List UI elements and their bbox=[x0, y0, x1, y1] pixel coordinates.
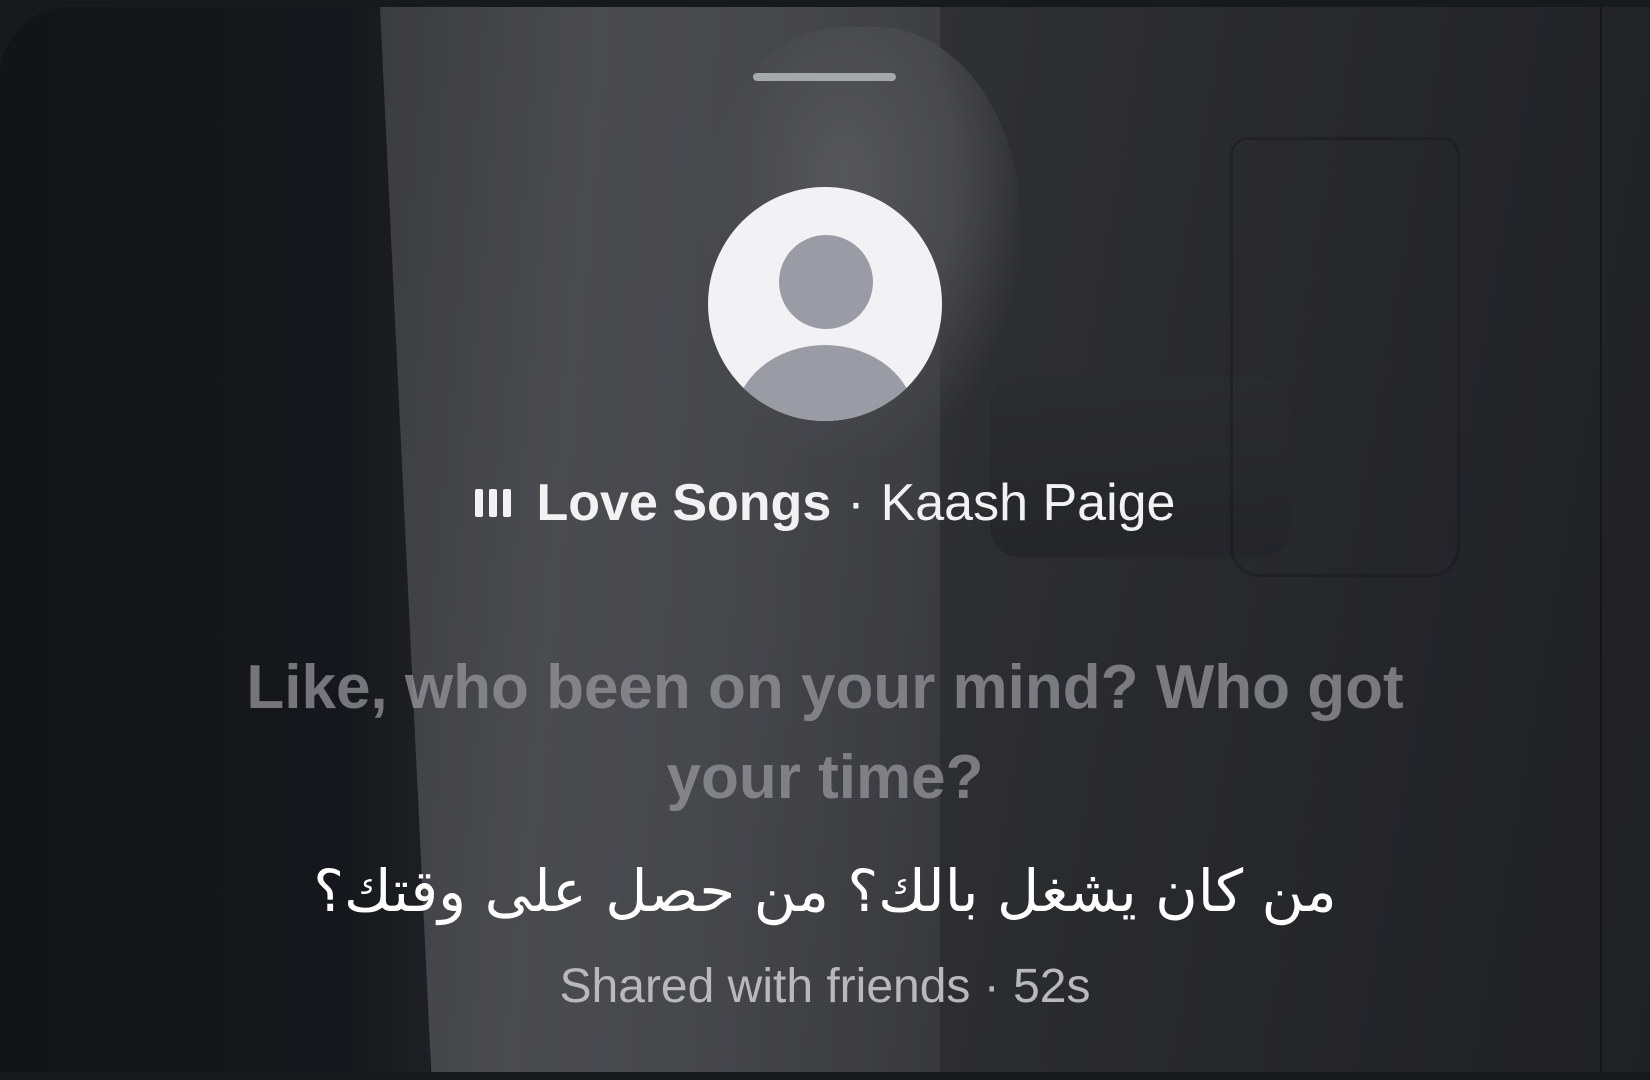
avatar[interactable] bbox=[708, 187, 942, 421]
shared-song-sheet: Love Songs · Kaash Paige Like, who been … bbox=[0, 7, 1650, 1072]
equalizer-bars-icon bbox=[474, 489, 511, 517]
song-title: Love Songs bbox=[536, 474, 832, 532]
song-info[interactable]: Love Songs · Kaash Paige bbox=[0, 473, 1650, 533]
separator-dot: · bbox=[847, 474, 865, 532]
avatar-head-shape bbox=[779, 235, 873, 329]
share-status: Shared with friends · 52s bbox=[559, 960, 1091, 1013]
lyric-line-arabic: من كان يشغل بالك؟ من حصل على وقتك؟ bbox=[313, 857, 1337, 925]
avatar-body-shape bbox=[735, 345, 915, 421]
lyric-line-english: Like, who been on your mind? Who got you… bbox=[246, 653, 1404, 812]
song-artist: Kaash Paige bbox=[880, 474, 1176, 532]
screen: Love Songs · Kaash Paige Like, who been … bbox=[0, 0, 1650, 1080]
sheet-drag-handle[interactable] bbox=[753, 73, 896, 81]
